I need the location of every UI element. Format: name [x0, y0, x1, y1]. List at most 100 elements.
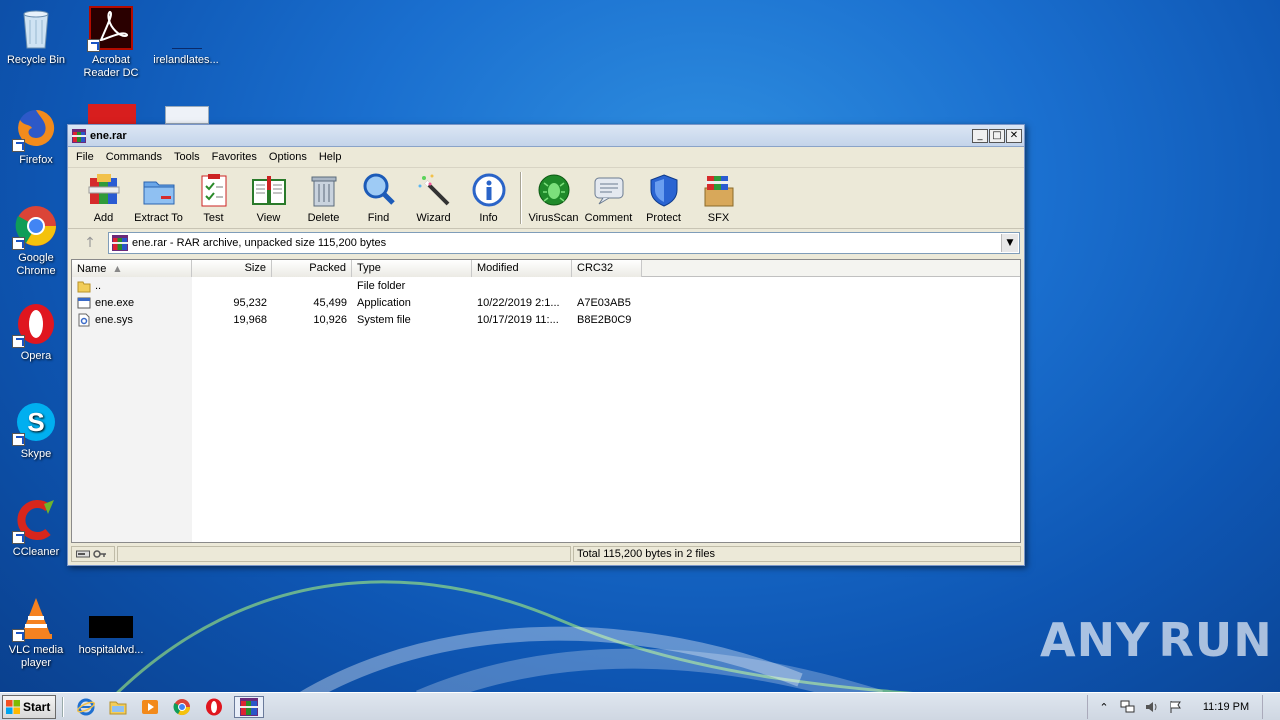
- rar-archive-icon: [112, 235, 128, 251]
- menu-help[interactable]: Help: [315, 151, 346, 163]
- menu-file[interactable]: File: [72, 151, 98, 163]
- winrar-window: ene.rar _ □ ✕ File Commands Tools Favori…: [67, 124, 1025, 566]
- desktop-icon-label: CCleaner: [12, 546, 60, 558]
- key-icon[interactable]: [93, 549, 107, 559]
- desktop-icon-label: hospitaldvd...: [78, 644, 144, 656]
- minimize-button[interactable]: _: [972, 128, 988, 143]
- delete-button[interactable]: Delete: [296, 172, 351, 224]
- taskbar-opera-button[interactable]: [202, 696, 226, 718]
- extract-to-button[interactable]: Extract To: [131, 172, 186, 224]
- sort-ascending-icon: ▲: [114, 263, 121, 273]
- desktop-icon-acrobat[interactable]: Acrobat Reader DC: [75, 6, 147, 80]
- firefox-icon: [12, 106, 58, 152]
- column-header-size[interactable]: Size: [192, 260, 272, 277]
- close-button[interactable]: ✕: [1006, 128, 1022, 143]
- show-desktop-button[interactable]: [1262, 695, 1280, 719]
- file-name: ene.exe: [95, 296, 135, 309]
- desktop-icon-recycle-bin[interactable]: Recycle Bin: [0, 6, 72, 67]
- anyrun-watermark: ANY RUN: [1040, 608, 1272, 672]
- protect-button[interactable]: Protect: [636, 172, 691, 224]
- extract-icon: [143, 181, 174, 205]
- delete-icon: [311, 176, 336, 207]
- desktop-icon-chrome[interactable]: Google Chrome: [0, 204, 72, 278]
- taskbar-explorer-button[interactable]: [106, 696, 130, 718]
- desktop-icon-label: VLC media player: [8, 644, 64, 669]
- desktop-icon-label: Google Chrome: [16, 252, 56, 277]
- taskbar-chrome-button[interactable]: [170, 696, 194, 718]
- column-header-name[interactable]: Name ▲: [72, 260, 192, 277]
- window-title: ene.rar: [90, 129, 127, 142]
- menu-tools[interactable]: Tools: [170, 151, 204, 163]
- taskbar-separator: [62, 696, 64, 717]
- taskbar: Start ⌃ 11:19 PM: [0, 692, 1280, 720]
- watermark-text-right: RUN: [1158, 613, 1273, 667]
- address-dropdown-button[interactable]: ▼: [1001, 234, 1018, 252]
- test-icon: [201, 174, 226, 207]
- start-button[interactable]: Start: [2, 694, 56, 719]
- show-hidden-icons-button[interactable]: ⌃: [1095, 699, 1113, 715]
- taskbar-media-player-button[interactable]: [138, 696, 162, 718]
- windows-logo-icon: [6, 699, 20, 714]
- file-name: ene.sys: [95, 313, 133, 326]
- desktop-icon-label: Firefox: [19, 154, 53, 166]
- find-icon: [363, 173, 395, 205]
- sfx-button[interactable]: SFX: [691, 172, 746, 224]
- maximize-button[interactable]: □: [989, 128, 1005, 143]
- menu-favorites[interactable]: Favorites: [208, 151, 261, 163]
- file-type: File folder: [357, 279, 406, 292]
- winrar-icon: [240, 697, 258, 716]
- toolbar-label: View: [256, 212, 281, 224]
- file-modified: 10/22/2019 2:1...: [477, 296, 560, 309]
- column-header-label: Name: [77, 262, 107, 275]
- file-type: Application: [357, 296, 411, 309]
- toolbar-label: Find: [367, 212, 390, 224]
- menu-commands[interactable]: Commands: [102, 151, 166, 163]
- table-row[interactable]: ene.sys 19,968 10,926 System file 10/17/…: [72, 311, 1020, 328]
- folder-icon: [77, 281, 91, 292]
- clock[interactable]: 11:19 PM: [1194, 701, 1258, 713]
- column-header-modified[interactable]: Modified: [472, 260, 572, 277]
- volume-icon[interactable]: [1143, 699, 1161, 715]
- desktop-icon-skype[interactable]: S Skype: [0, 400, 72, 461]
- table-row[interactable]: ene.exe 95,232 45,499 Application 10/22/…: [72, 294, 1020, 311]
- desktop-icon-hospitaldvd[interactable]: hospitaldvd...: [75, 596, 147, 657]
- menu-bar: File Commands Tools Favorites Options He…: [68, 147, 1024, 167]
- file-list-header: Name ▲ Size Packed Type Modified CRC32: [72, 260, 1020, 277]
- desktop-icon-partial-flash[interactable]: [88, 104, 136, 124]
- find-button[interactable]: Find: [351, 172, 406, 224]
- action-center-flag-icon[interactable]: [1167, 699, 1185, 715]
- column-header-packed[interactable]: Packed: [272, 260, 352, 277]
- table-row[interactable]: .. File folder: [72, 277, 1020, 294]
- column-header-type[interactable]: Type: [352, 260, 472, 277]
- taskbar-winrar-button[interactable]: [234, 695, 264, 718]
- comment-button[interactable]: Comment: [581, 172, 636, 224]
- address-text: ene.rar - RAR archive, unpacked size 115…: [132, 237, 387, 249]
- vlc-icon: [12, 596, 58, 642]
- file-size: 95,232: [233, 296, 267, 309]
- desktop-icon-ccleaner[interactable]: CCleaner: [0, 498, 72, 559]
- desktop-icon-irelandlates[interactable]: irelandlates...: [150, 6, 222, 67]
- desktop-icon-vlc[interactable]: VLC media player: [0, 596, 72, 670]
- column-header-crc32[interactable]: CRC32: [572, 260, 642, 277]
- file-icon: [164, 6, 208, 50]
- folder-icon: [109, 701, 127, 714]
- drive-icon[interactable]: [76, 549, 90, 559]
- virusscan-button[interactable]: VirusScan: [526, 172, 581, 224]
- file-packed: 10,926: [313, 313, 347, 326]
- arrow-up-icon: ↑: [84, 235, 96, 251]
- address-field[interactable]: ene.rar - RAR archive, unpacked size 115…: [108, 232, 1020, 254]
- desktop-icon-partial-doc[interactable]: [165, 106, 209, 124]
- view-button[interactable]: View: [241, 172, 296, 224]
- title-bar[interactable]: ene.rar _ □ ✕: [68, 125, 1024, 147]
- up-folder-button[interactable]: ↑: [72, 232, 108, 254]
- menu-options[interactable]: Options: [265, 151, 311, 163]
- desktop-icon-opera[interactable]: Opera: [0, 302, 72, 363]
- test-button[interactable]: Test: [186, 172, 241, 224]
- desktop-icon-firefox[interactable]: Firefox: [0, 106, 72, 167]
- file-modified: 10/17/2019 11:...: [477, 313, 559, 326]
- taskbar-ie-button[interactable]: [74, 696, 98, 718]
- add-button[interactable]: Add: [76, 172, 131, 224]
- wizard-button[interactable]: Wizard: [406, 172, 461, 224]
- info-button[interactable]: Info: [461, 172, 516, 224]
- network-icon[interactable]: [1119, 699, 1137, 715]
